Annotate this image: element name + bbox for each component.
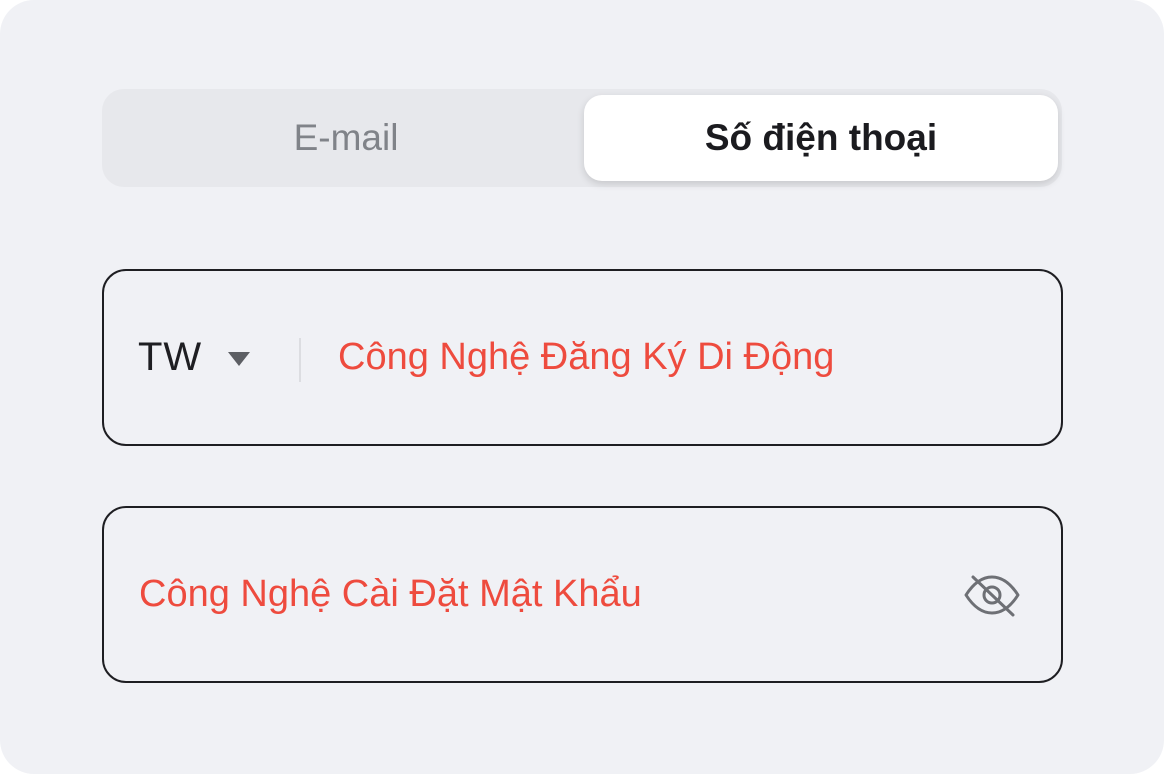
password-field[interactable]: Công Nghệ Cài Đặt Mật Khẩu xyxy=(102,506,1063,683)
tab-email[interactable]: E-mail xyxy=(108,95,584,181)
caret-down-icon xyxy=(228,351,251,366)
tab-phone-number[interactable]: Số điện thoại xyxy=(584,95,1058,181)
login-method-tabs: E-mail Số điện thoại xyxy=(102,89,1062,187)
password-input[interactable]: Công Nghệ Cài Đặt Mật Khẩu xyxy=(139,508,642,681)
country-code-value: TW xyxy=(138,335,203,379)
tab-email-label: E-mail xyxy=(293,117,399,158)
login-card: E-mail Số điện thoại TW Công Nghệ Đăng K… xyxy=(0,0,1164,774)
country-code-selector[interactable]: TW xyxy=(138,271,251,444)
eye-off-icon[interactable] xyxy=(963,572,1021,618)
tab-phone-number-label: Số điện thoại xyxy=(704,117,938,158)
phone-number-input[interactable]: Công Nghệ Đăng Ký Di Động xyxy=(338,271,834,444)
phone-number-field[interactable]: TW Công Nghệ Đăng Ký Di Động xyxy=(102,269,1063,446)
field-divider xyxy=(299,338,301,382)
